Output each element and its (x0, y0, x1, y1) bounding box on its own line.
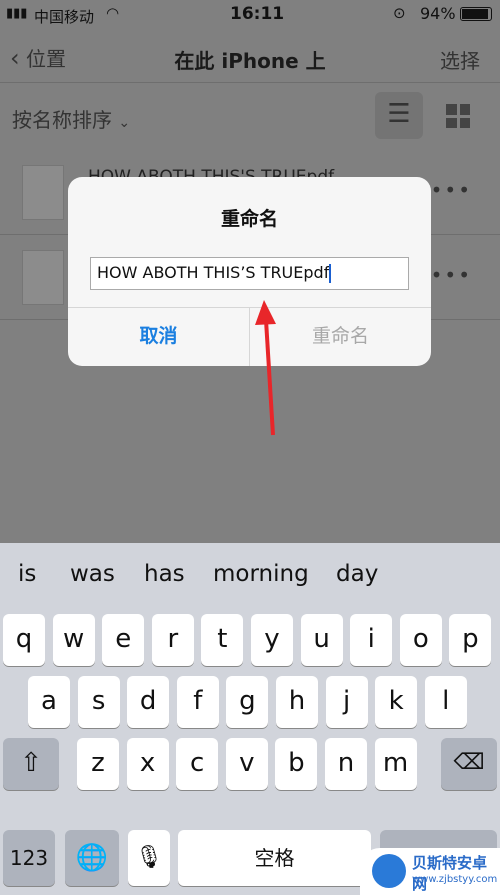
select-button[interactable]: 选择 (440, 45, 480, 74)
key-h[interactable]: h (276, 676, 318, 728)
clock: 16:11 (230, 4, 285, 24)
key-n[interactable]: n (325, 738, 367, 790)
suggestion[interactable]: day (336, 561, 378, 587)
space-key[interactable]: 空格 (178, 830, 371, 886)
key-e[interactable]: e (102, 614, 145, 666)
suggestion[interactable]: has (144, 561, 185, 587)
sort-button[interactable]: 按名称排序 ⌄ (12, 104, 130, 133)
key-i[interactable]: i (350, 614, 393, 666)
key-v[interactable]: v (225, 738, 268, 790)
more-icon[interactable]: ••• (431, 178, 472, 202)
carrier: 中国移动 (34, 8, 95, 26)
sort-bar: 按名称排序 ⌄ ☰ (0, 84, 500, 148)
key-u[interactable]: u (300, 614, 343, 666)
key-m[interactable]: m (374, 738, 417, 790)
dialog-title: 重命名 (220, 208, 278, 230)
orientation-lock-icon: ⊙ (393, 4, 406, 22)
battery-icon (460, 7, 492, 21)
key-c[interactable]: c (176, 738, 219, 790)
microphone-key[interactable]: 🎙 (128, 830, 170, 886)
microphone-icon: 🎙 (135, 845, 163, 870)
red-arrow-annotation (255, 300, 276, 436)
key-f[interactable]: f (176, 676, 219, 728)
keyboard: is was has morning day qwertyuiop asdfghj… (0, 543, 500, 895)
backspace-icon: ⌫ (453, 750, 485, 775)
suggestion[interactable]: is (18, 561, 36, 587)
key-w[interactable]: w (52, 614, 95, 666)
grid-view-button[interactable] (446, 104, 470, 128)
input-value: HOW ABOTH THIS’S TRUEpdf (97, 263, 330, 282)
key-r[interactable]: r (151, 614, 194, 666)
filename-input[interactable]: HOW ABOTH THIS’S TRUEpdf (90, 257, 409, 290)
list-view-button[interactable]: ☰ (375, 92, 423, 139)
key-b[interactable]: b (275, 738, 318, 790)
key-g[interactable]: g (226, 676, 269, 728)
key-q[interactable]: q (3, 614, 45, 666)
shift-key[interactable]: ⇧ (3, 738, 59, 790)
key-p[interactable]: p (449, 614, 492, 666)
nav-bar: ‹ 位置 在此 iPhone 上 选择 (0, 35, 500, 83)
key-a[interactable]: a (28, 676, 70, 728)
signal-icon: ▮▮▮ (6, 6, 28, 21)
suggestion[interactable]: morning (213, 561, 309, 587)
delete-key[interactable]: ⌫ (441, 738, 497, 790)
key-t[interactable]: t (201, 614, 244, 666)
more-icon[interactable]: ••• (431, 263, 472, 287)
key-d[interactable]: d (127, 676, 170, 728)
globe-key[interactable]: 🌐 (65, 830, 119, 886)
status-bar: ▮▮▮ 中国移动 ◠ 16:11 ⊙ 94% (0, 0, 500, 35)
shift-icon: ⇧ (20, 748, 42, 778)
globe-icon: 🌐 (75, 843, 109, 873)
page-title: 在此 iPhone 上 (174, 49, 326, 73)
key-s[interactable]: s (77, 676, 120, 728)
list-icon: ☰ (387, 99, 411, 129)
suggestion[interactable]: was (70, 561, 115, 587)
cancel-button[interactable]: 取消 (68, 307, 249, 366)
key-z[interactable]: z (77, 738, 119, 790)
file-thumbnail (22, 250, 64, 305)
numbers-key[interactable]: 123 (3, 830, 55, 886)
key-x[interactable]: x (126, 738, 169, 790)
key-y[interactable]: y (251, 614, 293, 666)
key-k[interactable]: k (375, 676, 418, 728)
key-o[interactable]: o (399, 614, 442, 666)
shell-icon (372, 854, 406, 888)
sort-label: 按名称排序 (12, 108, 112, 132)
file-thumbnail (22, 165, 64, 220)
key-l[interactable]: l (424, 676, 467, 728)
watermark-logo: 贝斯特安卓网 www.zjbstyy.com (360, 848, 500, 895)
chevron-down-icon: ⌄ (118, 115, 131, 131)
text-cursor (329, 264, 332, 283)
wifi-icon: ◠ (106, 4, 120, 22)
key-j[interactable]: j (325, 676, 368, 728)
battery-percent: 94% (420, 4, 456, 23)
